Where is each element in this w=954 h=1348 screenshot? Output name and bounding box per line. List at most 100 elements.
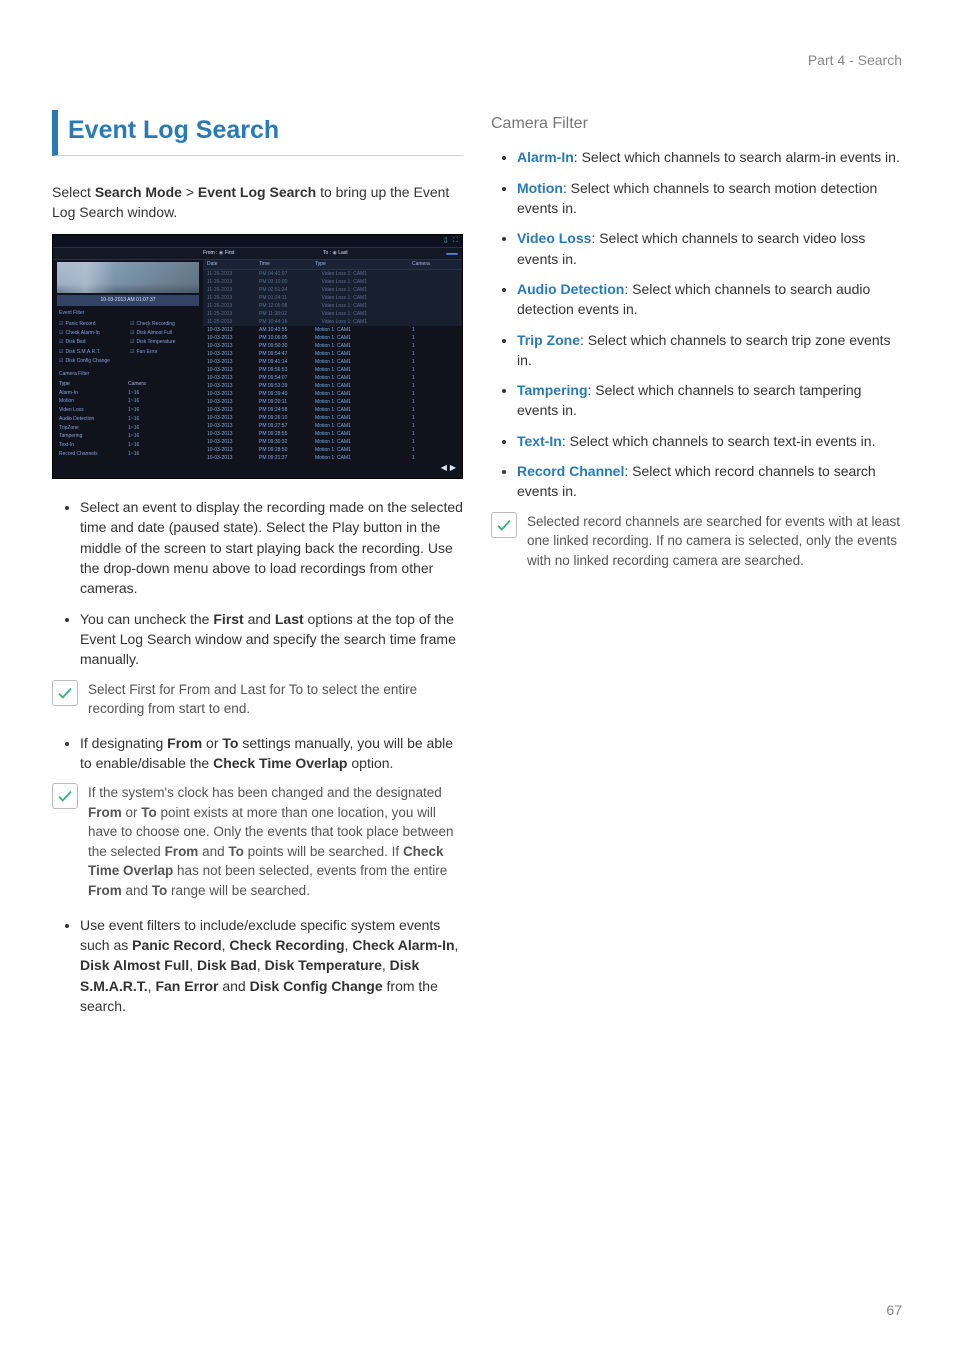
camera-filter-key: Audio Detection bbox=[517, 281, 624, 297]
cf-range: 1~16 bbox=[128, 442, 197, 449]
table-body: 11-26-2013PM 04:41:07Video Loss 1: CAM11… bbox=[203, 270, 462, 460]
page-number: 67 bbox=[886, 1300, 902, 1320]
check-icon bbox=[52, 783, 78, 809]
bullet-list: Use event filters to include/exclude spe… bbox=[52, 915, 463, 1016]
cf-range: 1~16 bbox=[128, 390, 197, 397]
table-row[interactable]: 10-03-2013PM 09:54:47Motion 1: CAM11 bbox=[203, 350, 462, 358]
table-row[interactable]: 11-26-2013PM 01:24:11Video Loss 1: CAM1 bbox=[203, 294, 462, 302]
camera-filter-desc: : Select which channels to search text-i… bbox=[562, 433, 876, 449]
table-row[interactable]: 10-03-2013PM 09:56:53Motion 1: CAM11 bbox=[203, 366, 462, 374]
cf-type: Text-In bbox=[59, 442, 128, 449]
preview-thumb bbox=[57, 262, 199, 293]
cf-range: 1~16 bbox=[128, 407, 197, 414]
camera-filter-key: Trip Zone bbox=[517, 332, 580, 348]
page-title: Event Log Search bbox=[52, 110, 463, 155]
intro-sub: Event Log Search bbox=[198, 184, 316, 200]
th-camera: Camera bbox=[412, 261, 462, 268]
search-button[interactable] bbox=[446, 253, 458, 255]
note-text: Selected record channels are searched fo… bbox=[527, 512, 902, 571]
list-item: If designating From or To settings manua… bbox=[80, 733, 463, 774]
cf-type: Video Loss bbox=[59, 407, 128, 414]
camera-filter-key: Motion bbox=[517, 180, 563, 196]
th-time: Time bbox=[259, 261, 315, 268]
note: Select First for From and Last for To to… bbox=[52, 680, 463, 719]
intro-text: Select Search Mode > Event Log Search to… bbox=[52, 182, 463, 223]
event-filter-panel: Event Filter Panic RecordCheck Recording… bbox=[53, 306, 203, 370]
camera-filter-item: Video Loss: Select which channels to sea… bbox=[517, 228, 902, 269]
camera-filter-item: Audio Detection: Select which channels t… bbox=[517, 279, 902, 320]
cf-range: 1~16 bbox=[128, 451, 197, 458]
list-item: You can uncheck the First and Last optio… bbox=[80, 609, 463, 670]
preview-datetime: 10-03-2013 AM 01:07:37 bbox=[57, 295, 199, 306]
cf-type: Audio Detection bbox=[59, 416, 128, 423]
table-row[interactable]: 10-03-2013PM 10:06:05Motion 1: CAM11 bbox=[203, 334, 462, 342]
bullet-list: If designating From or To settings manua… bbox=[52, 733, 463, 774]
event-filter-item: Disk Config Change bbox=[59, 358, 126, 365]
table-row[interactable]: 10-03-2013PM 09:54:07Motion 1: CAM11 bbox=[203, 374, 462, 382]
camera-filter-item: Record Channel: Select which record chan… bbox=[517, 461, 902, 502]
camera-filter-list: Alarm-In: Select which channels to searc… bbox=[491, 147, 902, 501]
table-row[interactable]: 11-25-2013PM 11:38:02Video Loss 1: CAM1 bbox=[203, 310, 462, 318]
pin-icon: ⇩ bbox=[442, 235, 449, 247]
camera-filter-key: Alarm-In bbox=[517, 149, 574, 165]
table-row[interactable]: 10-03-2013PM 09:20:11Motion 1: CAM11 bbox=[203, 398, 462, 406]
screenshot-nav: ◀ ▶ bbox=[53, 460, 462, 476]
next-icon[interactable]: ▶ bbox=[450, 462, 456, 474]
event-filter-item: Check Recording bbox=[130, 321, 197, 328]
check-icon bbox=[491, 512, 517, 538]
note-text: Select First for From and Last for To to… bbox=[88, 680, 463, 719]
table-row[interactable]: 11-26-2013PM 03:10:00Video Loss 1: CAM1 bbox=[203, 278, 462, 286]
camera-filter-item: Alarm-In: Select which channels to searc… bbox=[517, 147, 902, 167]
table-row[interactable]: 11-26-2013PM 04:41:07Video Loss 1: CAM1 bbox=[203, 270, 462, 278]
cf-type: Tampering bbox=[59, 433, 128, 440]
camera-filter-item: Text-In: Select which channels to search… bbox=[517, 431, 902, 451]
table-row[interactable]: 10-03-2013AM 10:43:55Motion 1: CAM11 bbox=[203, 326, 462, 334]
event-filter-item: Disk Bad bbox=[59, 339, 126, 346]
last-label: Last bbox=[338, 250, 347, 256]
event-filter-item: Fan Error bbox=[130, 349, 197, 356]
event-filter-item: Disk Almost Full bbox=[130, 330, 197, 337]
camera-filter-desc: : Select which channels to search alarm-… bbox=[574, 149, 900, 165]
fullscreen-icon: ⛶ bbox=[453, 236, 458, 246]
th-date: Date bbox=[203, 261, 259, 268]
table-row[interactable]: 11-26-2013PM 02:51:24Video Loss 1: CAM1 bbox=[203, 286, 462, 294]
table-row[interactable]: 10-03-2013PM 09:28:55Motion 1: CAM11 bbox=[203, 430, 462, 438]
camera-filter-desc: : Select which channels to search motion… bbox=[517, 180, 877, 216]
list-item: Select an event to display the recording… bbox=[80, 497, 463, 598]
table-row[interactable]: 10-03-2013PM 09:50:30Motion 1: CAM11 bbox=[203, 342, 462, 350]
bullet-list: Select an event to display the recording… bbox=[52, 497, 463, 669]
table-row[interactable]: 10-03-2013PM 09:30:32Motion 1: CAM11 bbox=[203, 438, 462, 446]
event-filter-item: Panic Record bbox=[59, 321, 126, 328]
table-row[interactable]: 10-03-2013PM 09:39:40Motion 1: CAM11 bbox=[203, 390, 462, 398]
cf-range: 1~16 bbox=[128, 425, 197, 432]
note: If the system's clock has been changed a… bbox=[52, 783, 463, 900]
camera-filter-title: Camera Filter bbox=[59, 371, 197, 378]
left-column: Event Log Search Select Search Mode > Ev… bbox=[52, 110, 463, 1026]
to-label: To : bbox=[323, 250, 331, 256]
prev-icon[interactable]: ◀ bbox=[441, 462, 447, 474]
from-label: From : bbox=[203, 250, 217, 256]
table-row[interactable]: 10-03-2013PM 09:53:39Motion 1: CAM11 bbox=[203, 382, 462, 390]
list-item: Use event filters to include/exclude spe… bbox=[80, 915, 463, 1016]
table-row[interactable]: 10-03-2013PM 09:28:50Motion 1: CAM11 bbox=[203, 446, 462, 454]
table-row[interactable]: 10-03-2013PM 09:21:37Motion 1: CAM11 bbox=[203, 454, 462, 460]
cf-col-type: Type bbox=[59, 381, 128, 388]
table-row[interactable]: 11-26-2013PM 12:05:08Video Loss 1: CAM1 bbox=[203, 302, 462, 310]
th-type: Type bbox=[315, 261, 412, 268]
table-row[interactable]: 10-03-2013PM 09:41:14Motion 1: CAM11 bbox=[203, 358, 462, 366]
event-filter-item: Check Alarm-In bbox=[59, 330, 126, 337]
right-column: Camera Filter Alarm-In: Select which cha… bbox=[491, 110, 902, 1026]
cf-range: 1~16 bbox=[128, 416, 197, 423]
camera-filter-item: Motion: Select which channels to search … bbox=[517, 178, 902, 219]
table-row[interactable]: 10-03-2013PM 09:26:10Motion 1: CAM11 bbox=[203, 414, 462, 422]
table-row[interactable]: 10-03-2013PM 09:27:57Motion 1: CAM11 bbox=[203, 422, 462, 430]
table-row[interactable]: 10-03-2013PM 09:24:58Motion 1: CAM11 bbox=[203, 406, 462, 414]
first-label: First bbox=[225, 250, 235, 256]
note-text: If the system's clock has been changed a… bbox=[88, 783, 463, 900]
event-filter-item: Disk Temperature bbox=[130, 339, 197, 346]
cf-col-camera: Camera bbox=[128, 381, 197, 388]
check-icon bbox=[52, 680, 78, 706]
cf-type: Record Channels bbox=[59, 451, 128, 458]
camera-filter-key: Text-In bbox=[517, 433, 562, 449]
table-row[interactable]: 11-25-2013PM 10:44:16Video Loss 1: CAM1 bbox=[203, 318, 462, 326]
